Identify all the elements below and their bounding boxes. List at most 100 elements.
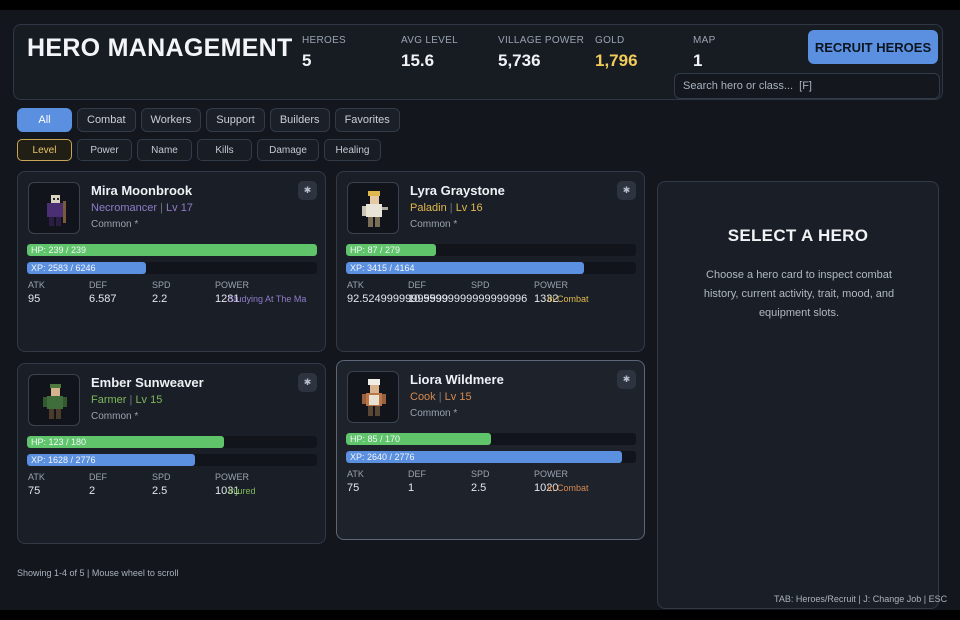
xp-bar: XP: 2640 / 2776 [346,451,636,463]
def-value: 10.55999999999999996 [408,293,528,305]
hero-card-ember-sunweaver[interactable]: Ember Sunweaver Farmer | Lv 15 Common * … [17,363,326,544]
atk-label: ATK [28,280,45,290]
def-value: 2 [89,485,96,497]
tab-builders[interactable]: Builders [269,108,330,132]
atk-value: 95 [28,293,41,305]
star-icon[interactable]: ✱ [617,181,636,200]
separator: | [157,202,167,214]
stat-value: 1,796 [595,51,638,70]
hero-class: Paladin [410,202,447,214]
stat-value: 15.6 [401,51,435,70]
stat-label: VILLAGE POWER [498,35,585,46]
hero-name: Liora Wildmere [410,372,504,387]
xp-text: XP: 3415 / 4164 [350,263,415,273]
hp-text: HP: 85 / 170 [350,434,401,444]
app-window: HERO MANAGEMENT HEROES 5 AVG LEVEL 15.6 … [0,10,960,610]
atk-label: ATK [347,280,364,290]
def-label: DEF [408,469,426,479]
sort-healing[interactable]: Healing [324,139,381,161]
detail-title: SELECT A HERO [727,226,869,245]
sort-damage[interactable]: Damage [257,139,319,161]
xp-bar: XP: 3415 / 4164 [346,262,636,274]
hero-class: Necromancer [91,202,158,214]
stat-map: MAP 1 [693,35,716,71]
def-label: DEF [89,280,107,290]
hp-bar: HP: 239 / 239 [27,244,317,256]
hero-class-level: Farmer | Lv 15 [91,394,162,406]
tab-workers[interactable]: Workers [140,108,202,132]
hp-bar: HP: 123 / 180 [27,436,317,448]
hero-activity: Injured [228,486,256,496]
power-label: POWER [215,472,250,482]
tab-all[interactable]: All [17,108,72,132]
hero-class-level: Cook | Lv 15 [410,391,472,403]
hero-activity: In Combat [547,294,589,304]
def-label: DEF [408,280,426,290]
stat-value: 5,736 [498,51,541,70]
power-label: POWER [534,280,569,290]
xp-text: XP: 2640 / 2776 [350,452,415,462]
hero-card-lyra-graystone[interactable]: Lyra Graystone Paladin | Lv 16 Common * … [336,171,645,352]
xp-bar: XP: 1628 / 2776 [27,454,317,466]
power-label: POWER [534,469,569,479]
hero-card-mira-moonbrook[interactable]: Mira Moonbrook Necromancer | Lv 17 Commo… [17,171,326,352]
star-icon[interactable]: ✱ [298,181,317,200]
hero-portrait [28,182,80,234]
hero-name: Ember Sunweaver [91,375,204,390]
hero-class: Farmer [91,394,127,406]
hero-portrait [347,371,399,423]
sort-name[interactable]: Name [137,139,192,161]
stat-gold: GOLD 1,796 [595,35,638,71]
tab-favorites[interactable]: Favorites [334,108,400,132]
hero-class-level: Paladin | Lv 16 [410,202,483,214]
hero-level: Lv 15 [135,394,163,406]
hp-text: HP: 87 / 279 [350,245,401,255]
tab-support[interactable]: Support [206,108,265,132]
def-value: 6.587 [89,293,117,305]
xp-bar: XP: 2583 / 6246 [27,262,317,274]
tab-combat[interactable]: Combat [77,108,136,132]
def-label: DEF [89,472,107,482]
sort-kills[interactable]: Kills [197,139,252,161]
stat-village-power: VILLAGE POWER 5,736 [498,35,584,71]
stat-label: AVG LEVEL [401,35,458,46]
hero-card-liora-wildmere[interactable]: Liora Wildmere Cook | Lv 15 Common * ✱ H… [336,360,645,540]
spd-label: SPD [471,280,490,290]
hero-class: Cook [410,391,436,403]
star-icon[interactable]: ✱ [617,370,636,389]
sort-options: Level Power Name Kills Damage Healing [17,139,381,161]
atk-label: ATK [28,472,45,482]
filter-tabs: All Combat Workers Support Builders Favo… [17,108,400,132]
stat-value: 1 [693,51,703,70]
spd-label: SPD [152,280,171,290]
hero-rarity: Common * [410,408,458,419]
stat-value: 5 [302,51,312,70]
hp-text: HP: 239 / 239 [31,245,87,255]
xp-text: XP: 1628 / 2776 [31,455,96,465]
hero-name: Mira Moonbrook [91,183,193,198]
hp-text: HP: 123 / 180 [31,437,87,447]
stat-heroes: HEROES 5 [302,35,346,71]
hero-level: Lv 15 [444,391,472,403]
recruit-heroes-button[interactable]: RECRUIT HEROES [808,30,938,64]
hero-level: Lv 17 [166,202,193,214]
hero-rarity: Common * [410,219,458,230]
hero-name: Lyra Graystone [410,183,505,198]
keyboard-hints: TAB: Heroes/Recruit | J: Change Job | ES… [774,594,948,604]
sort-power[interactable]: Power [77,139,132,161]
xp-text: XP: 2583 / 6246 [31,263,96,273]
spd-label: SPD [152,472,171,482]
hero-activity: Studying At The Ma [228,294,307,304]
stat-label: HEROES [302,35,347,46]
spd-value: 2.2 [152,293,168,305]
hero-activity: In Combat [547,483,589,493]
spd-label: SPD [471,469,490,479]
stat-avg-level: AVG LEVEL 15.6 [401,35,458,71]
def-value: 1 [408,482,415,494]
search-input[interactable] [674,73,940,99]
sort-level[interactable]: Level [17,139,72,161]
star-icon[interactable]: ✱ [298,373,317,392]
hero-class-level: Necromancer | Lv 17 [91,202,193,214]
detail-description: Choose a hero card to inspect combat his… [703,269,895,319]
page-title: HERO MANAGEMENT [27,34,293,62]
